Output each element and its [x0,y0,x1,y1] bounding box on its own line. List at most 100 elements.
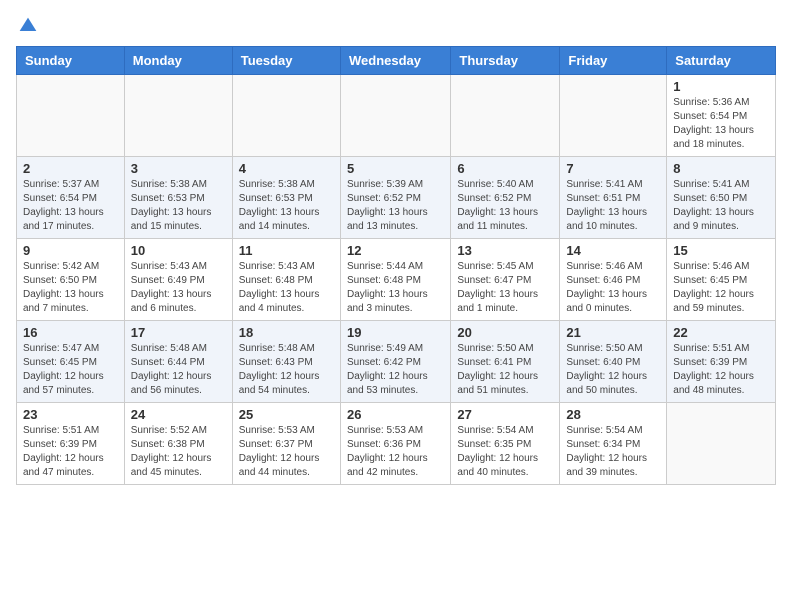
calendar-day-cell: 7Sunrise: 5:41 AM Sunset: 6:51 PM Daylig… [560,157,667,239]
calendar-day-cell: 22 Sunrise: 5:51 AM Sunset: 6:39 PM Dayli… [667,321,776,403]
calendar-day-cell: 14 Sunrise: 5:46 AM Sunset: 6:46 PM Dayli… [560,239,667,321]
calendar-day-cell [17,75,125,157]
calendar-day-cell: 5 Sunrise: 5:39 AM Sunset: 6:52 PM Daylig… [340,157,450,239]
day-number: 12 [347,243,444,258]
day-info: Sunrise: 5:54 AM Sunset: 6:35 PM Dayligh… [457,424,553,480]
calendar-day-cell: 8 Sunrise: 5:41 AM Sunset: 6:50 PM Daylig… [667,157,776,239]
logo-icon [18,16,38,36]
day-info: Sunrise: 5:39 AM Sunset: 6:52 PM Dayligh… [347,178,444,234]
day-info: Sunrise: 5:52 AM Sunset: 6:38 PM Dayligh… [131,424,226,480]
day-number: 25 [239,407,334,422]
day-number: 6 [457,161,553,176]
day-number: 26 [347,407,444,422]
day-number: 19 [347,325,444,340]
day-info: Sunrise: 5:43 AM Sunset: 6:48 PM Dayligh… [239,260,334,316]
calendar-week-row: 16 Sunrise: 5:47 AM Sunset: 6:45 PM Dayli… [17,321,776,403]
calendar-day-cell: 11Sunrise: 5:43 AM Sunset: 6:48 PM Dayli… [232,239,340,321]
day-info: Sunrise: 5:51 AM Sunset: 6:39 PM Dayligh… [23,424,118,480]
day-number: 22 [673,325,769,340]
day-info: Sunrise: 5:51 AM Sunset: 6:39 PM Dayligh… [673,342,769,398]
calendar-day-cell: 10 Sunrise: 5:43 AM Sunset: 6:49 PM Dayli… [124,239,232,321]
weekday-header-sunday: Sunday [17,47,125,75]
day-number: 13 [457,243,553,258]
day-info: Sunrise: 5:46 AM Sunset: 6:45 PM Dayligh… [673,260,769,316]
day-info: Sunrise: 5:36 AM Sunset: 6:54 PM Dayligh… [673,96,769,152]
day-info: Sunrise: 5:37 AM Sunset: 6:54 PM Dayligh… [23,178,118,234]
day-number: 15 [673,243,769,258]
weekday-header-friday: Friday [560,47,667,75]
day-info: Sunrise: 5:46 AM Sunset: 6:46 PM Dayligh… [566,260,660,316]
calendar-day-cell: 13Sunrise: 5:45 AM Sunset: 6:47 PM Dayli… [451,239,560,321]
calendar-day-cell: 16 Sunrise: 5:47 AM Sunset: 6:45 PM Dayli… [17,321,125,403]
calendar-day-cell: 20 Sunrise: 5:50 AM Sunset: 6:41 PM Dayli… [451,321,560,403]
calendar-day-cell: 28 Sunrise: 5:54 AM Sunset: 6:34 PM Dayli… [560,403,667,485]
calendar-day-cell [124,75,232,157]
day-info: Sunrise: 5:48 AM Sunset: 6:44 PM Dayligh… [131,342,226,398]
day-info: Sunrise: 5:53 AM Sunset: 6:36 PM Dayligh… [347,424,444,480]
day-number: 3 [131,161,226,176]
weekday-header-monday: Monday [124,47,232,75]
calendar-table: SundayMondayTuesdayWednesdayThursdayFrid… [16,46,776,485]
day-number: 10 [131,243,226,258]
day-number: 4 [239,161,334,176]
day-info: Sunrise: 5:50 AM Sunset: 6:40 PM Dayligh… [566,342,660,398]
day-info: Sunrise: 5:38 AM Sunset: 6:53 PM Dayligh… [131,178,226,234]
calendar-day-cell [560,75,667,157]
day-number: 18 [239,325,334,340]
weekday-header-wednesday: Wednesday [340,47,450,75]
calendar-week-row: 2 Sunrise: 5:37 AM Sunset: 6:54 PM Daylig… [17,157,776,239]
calendar-day-cell: 19 Sunrise: 5:49 AM Sunset: 6:42 PM Dayli… [340,321,450,403]
calendar-day-cell: 17 Sunrise: 5:48 AM Sunset: 6:44 PM Dayli… [124,321,232,403]
day-info: Sunrise: 5:49 AM Sunset: 6:42 PM Dayligh… [347,342,444,398]
day-number: 1 [673,79,769,94]
day-info: Sunrise: 5:53 AM Sunset: 6:37 PM Dayligh… [239,424,334,480]
day-number: 21 [566,325,660,340]
day-number: 16 [23,325,118,340]
calendar-day-cell: 23 Sunrise: 5:51 AM Sunset: 6:39 PM Dayli… [17,403,125,485]
day-info: Sunrise: 5:41 AM Sunset: 6:50 PM Dayligh… [673,178,769,234]
day-number: 17 [131,325,226,340]
day-info: Sunrise: 5:54 AM Sunset: 6:34 PM Dayligh… [566,424,660,480]
day-info: Sunrise: 5:47 AM Sunset: 6:45 PM Dayligh… [23,342,118,398]
day-info: Sunrise: 5:42 AM Sunset: 6:50 PM Dayligh… [23,260,118,316]
calendar-day-cell: 3 Sunrise: 5:38 AM Sunset: 6:53 PM Daylig… [124,157,232,239]
calendar-day-cell: 2 Sunrise: 5:37 AM Sunset: 6:54 PM Daylig… [17,157,125,239]
day-number: 27 [457,407,553,422]
day-number: 9 [23,243,118,258]
day-number: 5 [347,161,444,176]
calendar-day-cell: 21 Sunrise: 5:50 AM Sunset: 6:40 PM Dayli… [560,321,667,403]
day-number: 14 [566,243,660,258]
day-info: Sunrise: 5:50 AM Sunset: 6:41 PM Dayligh… [457,342,553,398]
day-number: 2 [23,161,118,176]
calendar-week-row: 1 Sunrise: 5:36 AM Sunset: 6:54 PM Daylig… [17,75,776,157]
calendar-day-cell: 27 Sunrise: 5:54 AM Sunset: 6:35 PM Dayli… [451,403,560,485]
calendar-day-cell [340,75,450,157]
calendar-day-cell: 24 Sunrise: 5:52 AM Sunset: 6:38 PM Dayli… [124,403,232,485]
day-info: Sunrise: 5:38 AM Sunset: 6:53 PM Dayligh… [239,178,334,234]
day-info: Sunrise: 5:44 AM Sunset: 6:48 PM Dayligh… [347,260,444,316]
calendar-day-cell: 12 Sunrise: 5:44 AM Sunset: 6:48 PM Dayli… [340,239,450,321]
calendar-day-cell [451,75,560,157]
calendar-header-row: SundayMondayTuesdayWednesdayThursdayFrid… [17,47,776,75]
calendar-day-cell [232,75,340,157]
calendar-day-cell: 1 Sunrise: 5:36 AM Sunset: 6:54 PM Daylig… [667,75,776,157]
day-info: Sunrise: 5:40 AM Sunset: 6:52 PM Dayligh… [457,178,553,234]
day-number: 28 [566,407,660,422]
weekday-header-tuesday: Tuesday [232,47,340,75]
calendar-day-cell: 15 Sunrise: 5:46 AM Sunset: 6:45 PM Dayli… [667,239,776,321]
logo [16,16,38,36]
day-number: 24 [131,407,226,422]
calendar-day-cell: 18Sunrise: 5:48 AM Sunset: 6:43 PM Dayli… [232,321,340,403]
weekday-header-saturday: Saturday [667,47,776,75]
day-number: 23 [23,407,118,422]
page-header [16,16,776,36]
day-number: 8 [673,161,769,176]
calendar-day-cell: 6 Sunrise: 5:40 AM Sunset: 6:52 PM Daylig… [451,157,560,239]
day-number: 20 [457,325,553,340]
day-info: Sunrise: 5:43 AM Sunset: 6:49 PM Dayligh… [131,260,226,316]
weekday-header-thursday: Thursday [451,47,560,75]
day-info: Sunrise: 5:41 AM Sunset: 6:51 PM Dayligh… [566,178,660,234]
calendar-day-cell: 26 Sunrise: 5:53 AM Sunset: 6:36 PM Dayli… [340,403,450,485]
calendar-day-cell: 9 Sunrise: 5:42 AM Sunset: 6:50 PM Daylig… [17,239,125,321]
calendar-day-cell: 25 Sunrise: 5:53 AM Sunset: 6:37 PM Dayli… [232,403,340,485]
